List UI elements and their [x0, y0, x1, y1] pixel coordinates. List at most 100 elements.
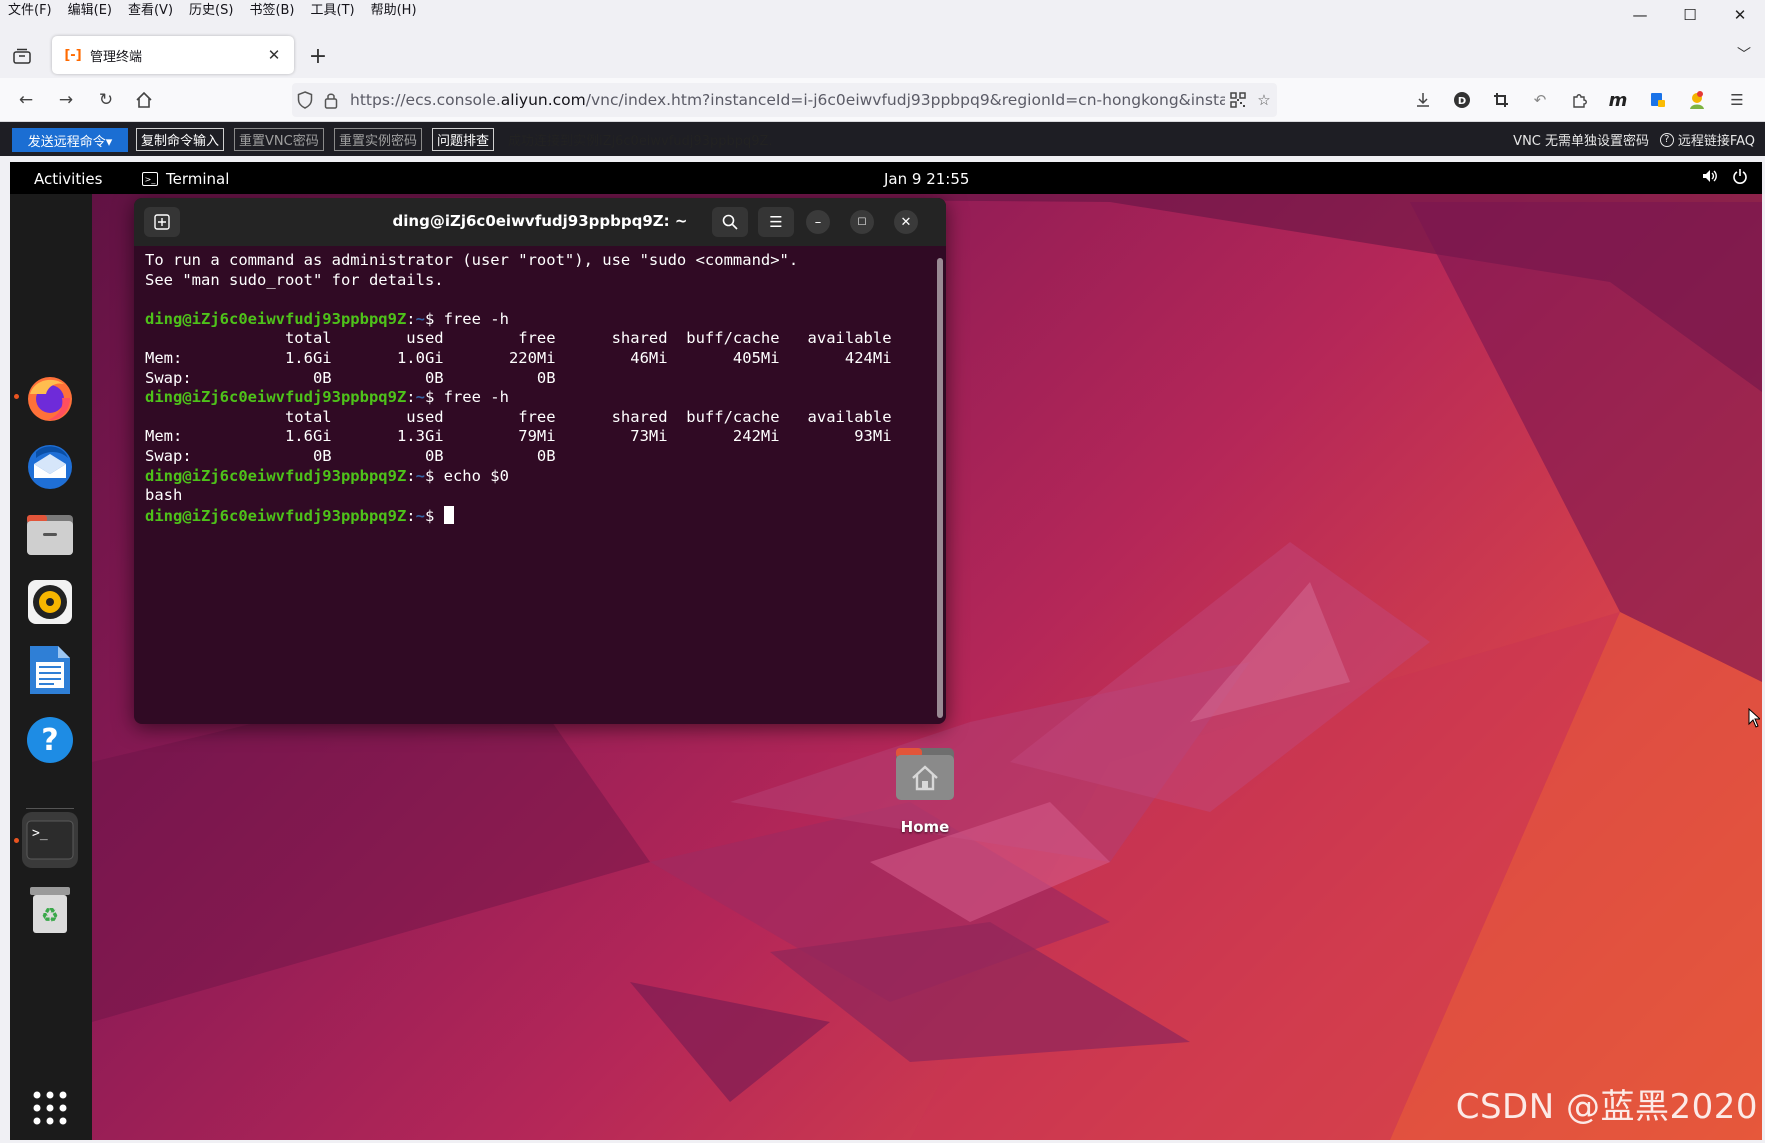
csdn-watermark: CSDN @蓝黑2020: [1455, 1087, 1758, 1127]
profile-avatar-icon[interactable]: [1684, 87, 1710, 113]
menu-edit[interactable]: 编辑(E): [60, 0, 120, 22]
reload-button[interactable]: ↻: [92, 86, 120, 114]
vnc-toolbar: 发送远程命令▾ 复制命令输入 重置VNC密码 重置实例密码 问题排查 成功连接到…: [0, 122, 1765, 156]
close-icon: ✕: [1733, 6, 1747, 24]
qr-code-icon[interactable]: [1225, 87, 1251, 113]
dock-thunderbird[interactable]: [22, 438, 78, 494]
window-controls: — ☐ ✕: [1615, 0, 1765, 30]
home-folder-icon[interactable]: [894, 744, 956, 804]
reset-instance-password-button[interactable]: 重置实例密码: [334, 128, 423, 151]
dock-firefox[interactable]: [22, 370, 78, 426]
clock[interactable]: Jan 9 21:55: [884, 170, 969, 188]
terminal-line: Swap: 0B 0B 0B: [145, 446, 556, 465]
terminal-search-button[interactable]: [712, 207, 748, 237]
menu-view[interactable]: 查看(V): [120, 0, 181, 22]
tab-overflow-button[interactable]: ﹀: [1737, 44, 1751, 64]
terminal-small-icon: >_: [142, 172, 158, 186]
terminal-header-bar[interactable]: ding@iZj6c0eiwvfudj93ppbpq9Z: ~ ☰ – ☐ ✕: [134, 198, 946, 246]
ubuntu-desktop[interactable]: Activities >_ Terminal Jan 9 21:55 ? >_ …: [10, 162, 1762, 1140]
app-menu-label: Terminal: [166, 170, 230, 188]
volume-icon[interactable]: [1702, 168, 1718, 184]
terminal-line: Swap: 0B 0B 0B: [145, 368, 556, 387]
tab-management-terminal[interactable]: [-] 管理终端 ✕: [52, 36, 294, 74]
extension-d-icon[interactable]: D: [1449, 87, 1475, 113]
close-icon: ✕: [900, 214, 912, 230]
command-text: $: [424, 506, 444, 525]
downloads-icon[interactable]: [1410, 87, 1436, 113]
url-bar[interactable]: https://ecs.console.aliyun.com/vnc/index…: [292, 83, 1277, 117]
copy-command-input-button[interactable]: 复制命令输入: [136, 128, 225, 151]
dock-trash[interactable]: ♻: [22, 882, 78, 938]
dock-files[interactable]: [22, 506, 78, 562]
shield-icon[interactable]: [292, 87, 318, 113]
terminal-minimize-button[interactable]: –: [806, 210, 830, 234]
terminal-output[interactable]: To run a command as administrator (user …: [134, 246, 946, 724]
url-prefix: https://ecs.console.: [350, 91, 501, 109]
command-text: $ echo $0: [424, 466, 509, 485]
terminal-line: Mem: 1.6Gi 1.0Gi 220Mi 46Mi 405Mi 424Mi: [145, 348, 892, 367]
trash-icon: ♻: [30, 887, 70, 933]
command-text: $ free -h: [424, 309, 509, 328]
tab-bar: [-] 管理终端 ✕ + ﹀: [0, 30, 1765, 78]
hamburger-menu-icon[interactable]: ☰: [1724, 87, 1750, 113]
screen: 文件(F) 编辑(E) 查看(V) 历史(S) 书签(B) 工具(T) 帮助(H…: [0, 0, 1765, 1143]
power-icon[interactable]: [1732, 168, 1748, 184]
system-tray[interactable]: [1702, 168, 1748, 184]
url-suffix: /vnc/index.htm?instanceId=i-j6c0eiwvfudj…: [585, 91, 1225, 109]
extensions-puzzle-icon[interactable]: [1566, 87, 1592, 113]
back-button[interactable]: ←: [12, 86, 40, 114]
menu-bookmarks[interactable]: 书签(B): [241, 0, 302, 22]
send-remote-command-button[interactable]: 发送远程命令▾: [12, 128, 128, 152]
dock-rhythmbox[interactable]: [22, 574, 78, 630]
menu-file[interactable]: 文件(F): [0, 0, 60, 22]
menu-tools[interactable]: 工具(T): [303, 0, 363, 22]
bookmark-star-icon[interactable]: ☆: [1251, 87, 1277, 113]
home-folder-label[interactable]: Home: [880, 818, 970, 836]
home-button[interactable]: [130, 86, 158, 114]
terminal-cursor: [443, 505, 454, 524]
files-icon: [27, 515, 73, 555]
terminal-close-button[interactable]: ✕: [894, 210, 918, 234]
lock-icon[interactable]: [318, 87, 344, 113]
terminal-line: See "man sudo_root" for details.: [145, 270, 444, 289]
menu-help[interactable]: 帮助(H): [363, 0, 425, 22]
translate-extension-icon[interactable]: [1645, 87, 1671, 113]
terminal-menu-button[interactable]: ☰: [758, 207, 794, 237]
crop-icon[interactable]: [1488, 87, 1514, 113]
svg-text:>_: >_: [32, 826, 48, 841]
app-menu-terminal[interactable]: >_ Terminal: [142, 170, 229, 188]
prompt-path: ~: [415, 309, 425, 328]
terminal-scrollbar[interactable]: [937, 258, 943, 718]
tab-close-button[interactable]: ✕: [262, 43, 286, 67]
terminal-icon: >_: [26, 820, 74, 860]
terminal-window[interactable]: ding@iZj6c0eiwvfudj93ppbpq9Z: ~ ☰ – ☐ ✕ …: [134, 198, 946, 724]
close-window-button[interactable]: ✕: [1715, 0, 1765, 30]
reset-vnc-password-button[interactable]: 重置VNC密码: [234, 128, 324, 151]
terminal-line: Mem: 1.6Gi 1.3Gi 79Mi 73Mi 242Mi 93Mi: [145, 427, 892, 446]
new-tab-button[interactable]: +: [304, 42, 332, 70]
terminal-maximize-button[interactable]: ☐: [850, 210, 874, 234]
maximize-window-button[interactable]: ☐: [1665, 0, 1715, 30]
troubleshoot-button[interactable]: 问题排查: [432, 128, 495, 151]
terminal-line: bash: [145, 486, 183, 505]
plus-icon: +: [308, 43, 328, 69]
tab-list-button[interactable]: [10, 44, 34, 68]
forward-button[interactable]: →: [52, 86, 80, 114]
question-circle-icon: ?: [1659, 132, 1674, 147]
dock-terminal[interactable]: >_: [22, 812, 78, 868]
prompt-path: ~: [415, 388, 425, 407]
prompt-path: ~: [415, 506, 425, 525]
dock-help[interactable]: ?: [22, 712, 78, 768]
remote-link-faq-link[interactable]: ? 远程链接FAQ: [1659, 130, 1755, 149]
url-text[interactable]: https://ecs.console.aliyun.com/vnc/index…: [350, 91, 1225, 109]
prompt-user: ding@iZj6c0eiwvfudj93ppbpq9Z: [145, 388, 407, 407]
menu-history[interactable]: 历史(S): [181, 0, 241, 22]
extension-m-icon[interactable]: m: [1605, 87, 1631, 113]
dock-libreoffice-writer[interactable]: [22, 642, 78, 698]
ubuntu-dock: ? >_ ♻: [10, 194, 92, 1140]
activities-button[interactable]: Activities: [34, 170, 102, 188]
terminal-line: total used free shared buff/cache availa…: [145, 329, 892, 348]
undo-icon[interactable]: ↶: [1527, 87, 1553, 113]
minimize-window-button[interactable]: —: [1615, 0, 1665, 30]
dock-show-applications[interactable]: [22, 1080, 78, 1136]
